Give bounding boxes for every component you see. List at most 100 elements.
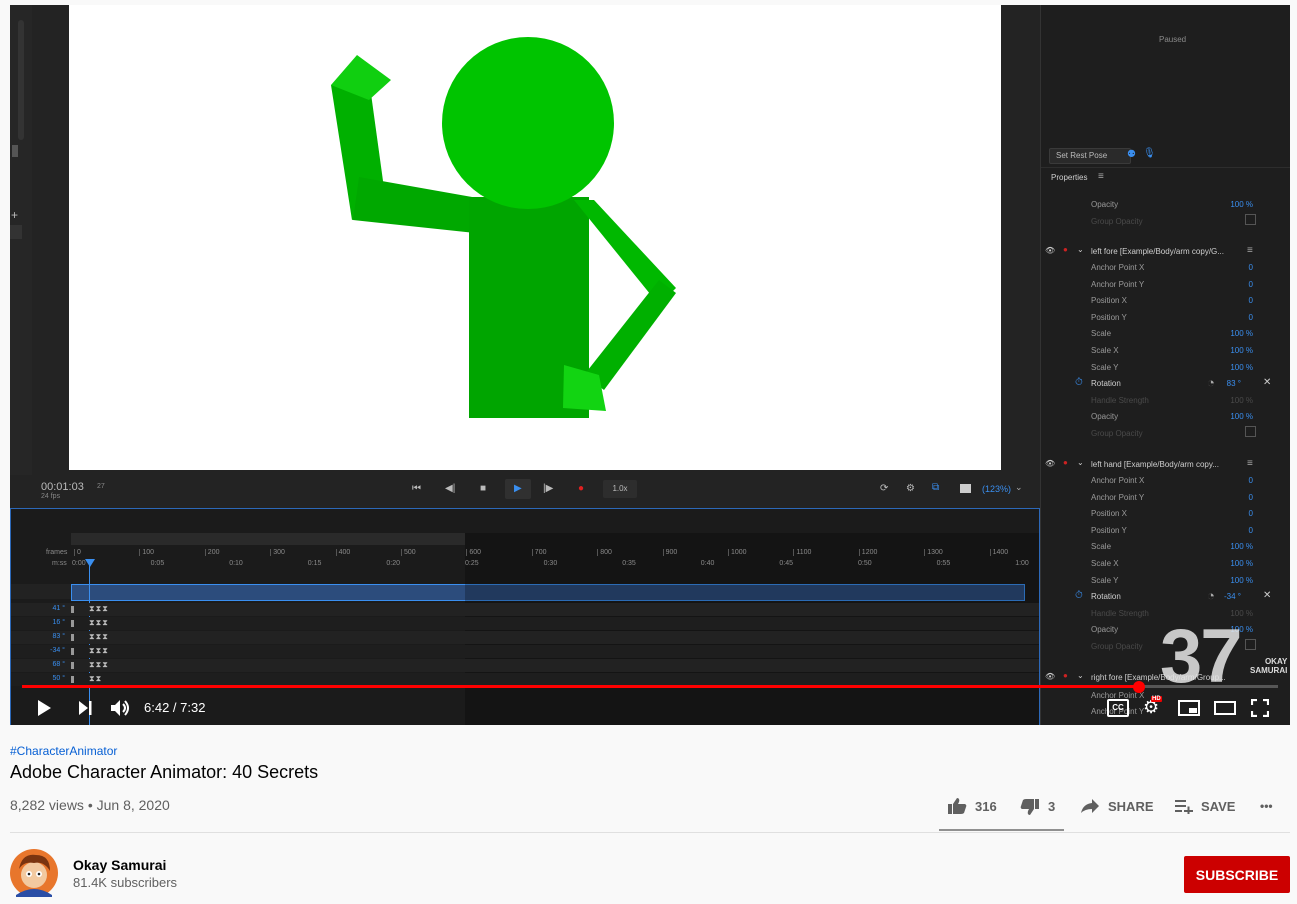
checkbox[interactable] xyxy=(1245,639,1256,650)
panel-tab xyxy=(12,145,18,157)
keyframe-icons[interactable]: ⧗⧗⧗ xyxy=(89,632,109,642)
track-marker[interactable] xyxy=(71,648,74,655)
like-count[interactable]: 316 xyxy=(975,799,997,814)
keyframe-icons[interactable]: ⧗⧗⧗ xyxy=(89,604,109,614)
add-to-playlist-icon[interactable] xyxy=(1174,798,1194,814)
prop-value[interactable]: 0 xyxy=(1213,493,1253,502)
track-value: 41 ° xyxy=(52,605,65,612)
eye-icon[interactable]: 👁 xyxy=(1045,459,1055,468)
next-icon[interactable] xyxy=(77,700,93,716)
save-button[interactable]: SAVE xyxy=(1201,799,1235,814)
close-icon[interactable]: ✕ xyxy=(1263,590,1271,601)
refresh-icon[interactable]: ⟳ xyxy=(880,483,888,494)
prop-value[interactable]: 0 xyxy=(1213,509,1253,518)
menu-icon[interactable]: ≡ xyxy=(1247,458,1253,469)
share-button[interactable]: SHARE xyxy=(1108,799,1154,814)
prop-value[interactable]: 0 xyxy=(1213,476,1253,485)
volume-icon[interactable] xyxy=(110,699,132,717)
captions-button[interactable]: CC xyxy=(1107,699,1129,717)
prop-value[interactable]: 100 % xyxy=(1213,576,1253,585)
prop-value[interactable]: 100 % xyxy=(1213,363,1253,372)
record-icon[interactable]: ● xyxy=(578,483,584,494)
prop-value[interactable]: 0 xyxy=(1213,296,1253,305)
prop-value[interactable]: 100 % xyxy=(1213,412,1253,421)
subscribe-button[interactable]: SUBSCRIBE xyxy=(1184,856,1290,893)
eye-icon[interactable]: 👁 xyxy=(1045,672,1055,681)
keyframe-icons[interactable]: ⧗⧗⧗ xyxy=(89,646,109,656)
physics-icon[interactable]: ⚙ xyxy=(906,483,915,494)
set-rest-pose-button[interactable]: Set Rest Pose xyxy=(1049,148,1131,164)
step-back-icon[interactable]: ◀| xyxy=(445,483,455,494)
theater-mode-icon[interactable] xyxy=(1214,701,1236,715)
go-to-start-icon[interactable]: ⏮ xyxy=(412,483,421,494)
dial-icon[interactable]: ◔ xyxy=(1207,588,1215,603)
work-area-bar[interactable] xyxy=(71,533,465,545)
keyframe-icons[interactable]: ⧗⧗⧗ xyxy=(89,660,109,670)
prop-label: Position X xyxy=(1091,296,1128,306)
layer-name: left fore [Example/Body/arm copy/G... xyxy=(1091,247,1224,256)
channel-avatar[interactable] xyxy=(10,849,58,897)
play-icon[interactable] xyxy=(36,699,52,717)
background-icon[interactable] xyxy=(960,484,971,493)
stop-icon[interactable]: ■ xyxy=(480,483,486,494)
prop-value[interactable]: 0 xyxy=(1213,280,1253,289)
chevron-down-icon[interactable]: ⌄ xyxy=(1077,245,1084,254)
eye-icon[interactable]: 👁 xyxy=(1045,246,1055,255)
prop-value[interactable]: 100 % xyxy=(1213,329,1253,338)
share-icon[interactable] xyxy=(1080,798,1100,814)
time-tick: 0:05 xyxy=(150,560,165,567)
menu-icon[interactable]: ≡ xyxy=(1098,171,1104,182)
track-marker[interactable] xyxy=(71,606,74,613)
record-dot-icon[interactable]: ● xyxy=(1063,458,1068,467)
like-icon[interactable] xyxy=(947,797,967,815)
more-actions-icon[interactable]: ••• xyxy=(1260,799,1273,813)
prop-value[interactable]: 100 % xyxy=(1213,559,1253,568)
fullscreen-icon[interactable] xyxy=(1251,699,1269,717)
zoom-level[interactable]: (123%) xyxy=(982,484,1011,494)
dial-icon[interactable]: ◔ xyxy=(1207,375,1215,390)
prop-value[interactable]: 0 xyxy=(1213,263,1253,272)
track-marker[interactable] xyxy=(71,676,74,683)
stopwatch-icon[interactable]: ⏱ xyxy=(1075,377,1083,388)
prop-value[interactable]: 0 xyxy=(1213,313,1253,322)
playhead-handle[interactable] xyxy=(85,559,95,567)
menu-icon[interactable]: ≡ xyxy=(1247,245,1253,256)
close-icon[interactable]: ✕ xyxy=(1263,377,1271,388)
prop-label: Anchor Point X xyxy=(1091,476,1145,485)
prop-value[interactable]: 100 % xyxy=(1213,542,1253,551)
stream-icon[interactable]: ⧉ xyxy=(932,482,939,493)
playback-speed[interactable]: 1.0x xyxy=(603,480,637,498)
dislike-icon[interactable] xyxy=(1020,798,1040,816)
play-button[interactable]: ▶ xyxy=(505,479,531,499)
track-marker[interactable] xyxy=(71,662,74,669)
prop-value[interactable]: 100 % xyxy=(1213,346,1253,355)
hashtag-link[interactable]: #CharacterAnimator xyxy=(10,744,117,758)
camera-icon[interactable]: ⚉ xyxy=(1127,149,1136,160)
chevron-down-icon[interactable]: ⌄ xyxy=(1077,458,1084,467)
prop-label: Group Opacity xyxy=(1091,429,1143,438)
record-dot-icon[interactable]: ● xyxy=(1063,671,1068,680)
record-dot-icon[interactable]: ● xyxy=(1063,245,1068,254)
prop-value[interactable]: 100 % xyxy=(1213,396,1253,405)
chevron-down-icon[interactable]: ⌄ xyxy=(1015,482,1023,493)
dislike-count[interactable]: 3 xyxy=(1048,799,1055,814)
player-controls: 6:42 / 7:32 CC ⚙ HD xyxy=(10,691,1290,725)
microphone-icon[interactable]: 🎙 xyxy=(1143,148,1156,159)
prop-value[interactable]: 0 xyxy=(1213,526,1253,535)
stopwatch-icon[interactable]: ⏱ xyxy=(1075,590,1083,601)
keyframe-icons[interactable]: ⧗⧗ xyxy=(89,674,102,684)
chevron-down-icon[interactable]: ⌄ xyxy=(1077,671,1084,680)
checkbox[interactable] xyxy=(1245,426,1256,437)
checkbox[interactable] xyxy=(1245,214,1256,225)
miniplayer-icon[interactable] xyxy=(1178,700,1200,716)
track-marker[interactable] xyxy=(71,634,74,641)
video-player[interactable]: + Paused Set Rest Pose ⚉ 🎙 Properties ≡ xyxy=(10,5,1290,725)
track-value: 68 ° xyxy=(52,661,65,668)
fps: 24 fps xyxy=(41,493,61,500)
prop-value[interactable]: 100 % xyxy=(1213,200,1253,209)
progress-bar[interactable] xyxy=(22,681,1278,693)
channel-name[interactable]: Okay Samurai xyxy=(73,857,166,873)
keyframe-icons[interactable]: ⧗⧗⧗ xyxy=(89,618,109,628)
step-forward-icon[interactable]: |▶ xyxy=(543,483,553,494)
track-marker[interactable] xyxy=(71,620,74,627)
